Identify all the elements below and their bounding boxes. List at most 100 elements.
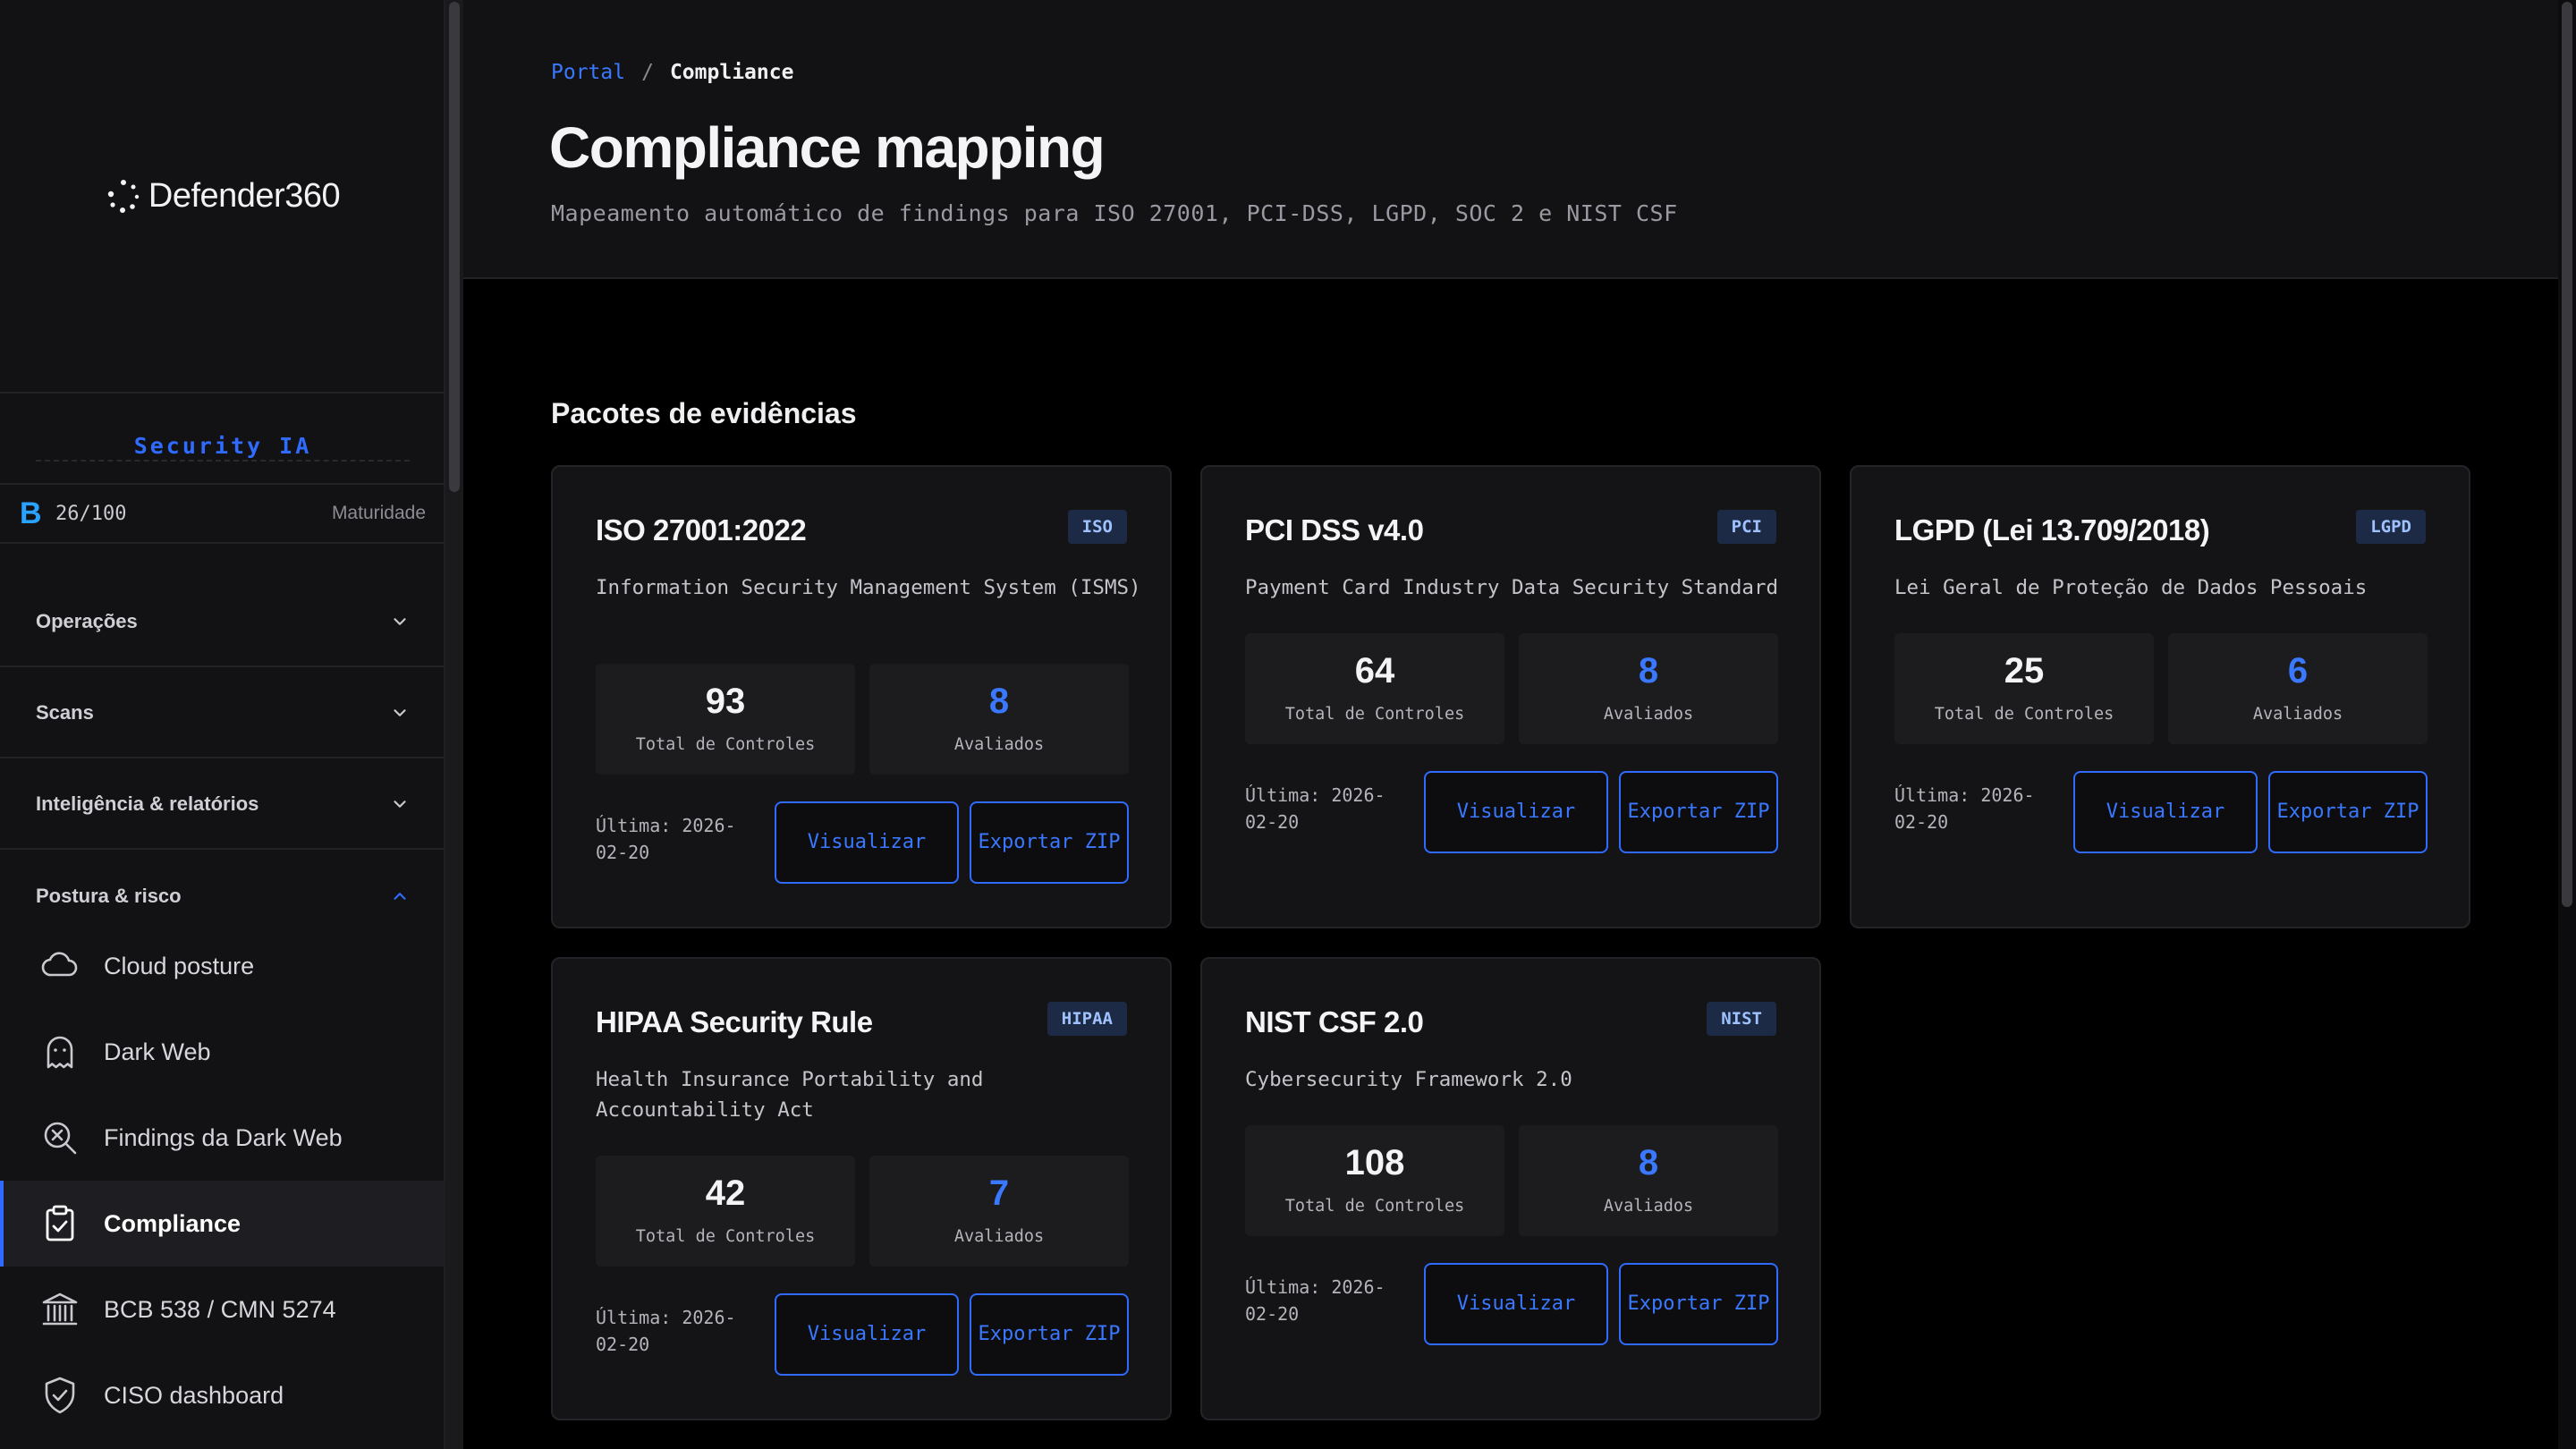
divider: [36, 460, 410, 462]
breadcrumb-separator: /: [641, 61, 654, 84]
clipboard-check-icon: [46, 1205, 74, 1241]
nav-section-operacoes[interactable]: Operações: [0, 578, 445, 667]
stat-label: Avaliados: [1603, 705, 1694, 724]
logo-icon: [107, 180, 140, 213]
ghost-icon: [47, 1036, 73, 1069]
section-title: Pacotes de evidências: [551, 397, 857, 429]
stat-value: 8: [1638, 1143, 1659, 1182]
breadcrumb: Portal / Compliance: [551, 61, 793, 84]
stat-label: Total de Controles: [1284, 705, 1465, 724]
card-badge: LGPD: [2356, 510, 2426, 544]
sidebar-item-label: Findings da Dark Web: [104, 1123, 343, 1151]
export-zip-button[interactable]: Exportar ZIP: [970, 801, 1129, 884]
chevron-up-icon: [394, 893, 406, 900]
last-update: Última: 2026-02-20: [596, 1307, 736, 1355]
card-description: Payment Card Industry Data Security Stan…: [1245, 576, 1779, 599]
sidebar-item-cloud-posture[interactable]: Cloud posture: [0, 923, 445, 1009]
stat-label: Avaliados: [1603, 1197, 1694, 1216]
sidebar-item-ciso-dashboard[interactable]: CISO dashboard: [0, 1352, 445, 1438]
card-badge: HIPAA: [1046, 1002, 1127, 1036]
view-button[interactable]: Visualizar: [1424, 1263, 1608, 1345]
last-update: Última: 2026-02-20: [1245, 784, 1385, 833]
app-logo[interactable]: Defender360: [106, 176, 341, 216]
stat-value: 93: [705, 682, 746, 721]
page-title: Compliance mapping: [549, 115, 1106, 180]
nav-section-label: Operações: [36, 610, 138, 632]
view-button[interactable]: Visualizar: [775, 1293, 959, 1376]
nav-section-inteligencia[interactable]: Inteligência & relatórios: [0, 760, 445, 850]
card-description: Health Insurance Portability and Account…: [596, 1068, 984, 1122]
last-update: Última: 2026-02-20: [596, 815, 736, 863]
evidence-card-lgpd: LGPD (Lei 13.709/2018) LGPD Lei Geral de…: [1850, 465, 2470, 928]
shield-check-icon: [45, 1377, 75, 1414]
cloud-icon: [41, 952, 78, 977]
stat-evaluated: 6 Avaliados: [2168, 633, 2428, 744]
sidebar-item-label: CISO dashboard: [104, 1381, 284, 1409]
main-scrollbar-thumb[interactable]: [2562, 2, 2572, 907]
card-description: Information Security Management System (…: [596, 576, 1141, 599]
view-button[interactable]: Visualizar: [1424, 771, 1608, 853]
sidebar: Defender360 Security IA B 26/100 Maturid…: [0, 0, 445, 1449]
stat-label: Total de Controles: [1934, 705, 2114, 724]
export-zip-button[interactable]: Exportar ZIP: [1619, 771, 1778, 853]
last-update: Última: 2026-02-20: [1894, 784, 2035, 833]
sidebar-scrollbar-thumb[interactable]: [449, 2, 460, 492]
export-zip-button[interactable]: Exportar ZIP: [970, 1293, 1129, 1376]
card-title: LGPD (Lei 13.709/2018): [1894, 513, 2210, 547]
card-badge: ISO: [1067, 510, 1127, 544]
stat-value: 108: [1344, 1143, 1405, 1182]
stat-total-controls: 108 Total de Controles: [1245, 1125, 1504, 1236]
view-button[interactable]: Visualizar: [2073, 771, 2258, 853]
evidence-card-pci: PCI DSS v4.0 PCI Payment Card Industry D…: [1200, 465, 1821, 928]
stat-total-controls: 25 Total de Controles: [1894, 633, 2154, 744]
nav-section-label: Scans: [36, 701, 94, 724]
card-title: PCI DSS v4.0: [1245, 513, 1424, 547]
stat-value: 8: [988, 682, 1010, 721]
evidence-card-iso: ISO 27001:2022 ISO Information Security …: [551, 465, 1172, 928]
chevron-down-icon: [394, 801, 406, 808]
nav-section-label: Inteligência & relatórios: [36, 792, 259, 815]
stat-evaluated: 8 Avaliados: [1519, 633, 1778, 744]
search-x-icon: [44, 1122, 77, 1155]
nav-section-scans[interactable]: Scans: [0, 669, 445, 758]
stat-label: Total de Controles: [1284, 1197, 1465, 1216]
bank-icon: [42, 1292, 78, 1326]
stat-total-controls: 42 Total de Controles: [596, 1156, 855, 1267]
page-header: Portal / Compliance Compliance mapping M…: [463, 0, 2558, 279]
sidebar-item-compliance[interactable]: Compliance: [0, 1181, 445, 1267]
stat-total-controls: 93 Total de Controles: [596, 664, 855, 775]
maturity-label: Maturidade: [331, 503, 426, 523]
card-title: HIPAA Security Rule: [596, 1005, 873, 1038]
app-name: Defender360: [148, 176, 341, 215]
stat-evaluated: 8 Avaliados: [1519, 1125, 1778, 1236]
card-badge: NIST: [1707, 1002, 1776, 1036]
card-title: ISO 27001:2022: [596, 513, 807, 547]
sidebar-item-label: Dark Web: [104, 1038, 211, 1065]
maturity-score: 26/100: [55, 502, 127, 525]
card-badge: PCI: [1716, 510, 1776, 544]
sidebar-item-dark-web[interactable]: Dark Web: [0, 1009, 445, 1095]
page-subtitle: Mapeamento automático de findings para I…: [551, 200, 1678, 226]
stat-label: Avaliados: [953, 735, 1045, 754]
sidebar-item-label: Cloud posture: [104, 952, 255, 979]
stat-label: Avaliados: [953, 1227, 1045, 1246]
stat-evaluated: 8 Avaliados: [869, 664, 1129, 775]
breadcrumb-portal-link[interactable]: Portal: [551, 61, 625, 84]
stat-total-controls: 64 Total de Controles: [1245, 633, 1504, 744]
stat-value: 64: [1354, 651, 1395, 691]
sidebar-item-label: Compliance: [104, 1209, 242, 1237]
view-button[interactable]: Visualizar: [775, 801, 959, 884]
stat-value: 42: [705, 1174, 746, 1213]
export-zip-button[interactable]: Exportar ZIP: [1619, 1263, 1778, 1345]
export-zip-button[interactable]: Exportar ZIP: [2268, 771, 2428, 853]
chevron-down-icon: [394, 618, 406, 625]
maturity-widget[interactable]: B 26/100 Maturidade: [0, 483, 445, 544]
sidebar-item-bcb[interactable]: BCB 538 / CMN 5274: [0, 1267, 445, 1352]
card-description: Cybersecurity Framework 2.0: [1245, 1068, 1572, 1091]
app-root: Defender360 Security IA B 26/100 Maturid…: [0, 0, 2576, 1449]
sidebar-item-findings-dark-web[interactable]: Findings da Dark Web: [0, 1095, 445, 1181]
stat-label: Total de Controles: [635, 1227, 816, 1246]
sidebar-item-label: BCB 538 / CMN 5274: [104, 1295, 336, 1323]
card-description: Lei Geral de Proteção de Dados Pessoais: [1894, 576, 2368, 599]
stat-label: Total de Controles: [635, 735, 816, 754]
